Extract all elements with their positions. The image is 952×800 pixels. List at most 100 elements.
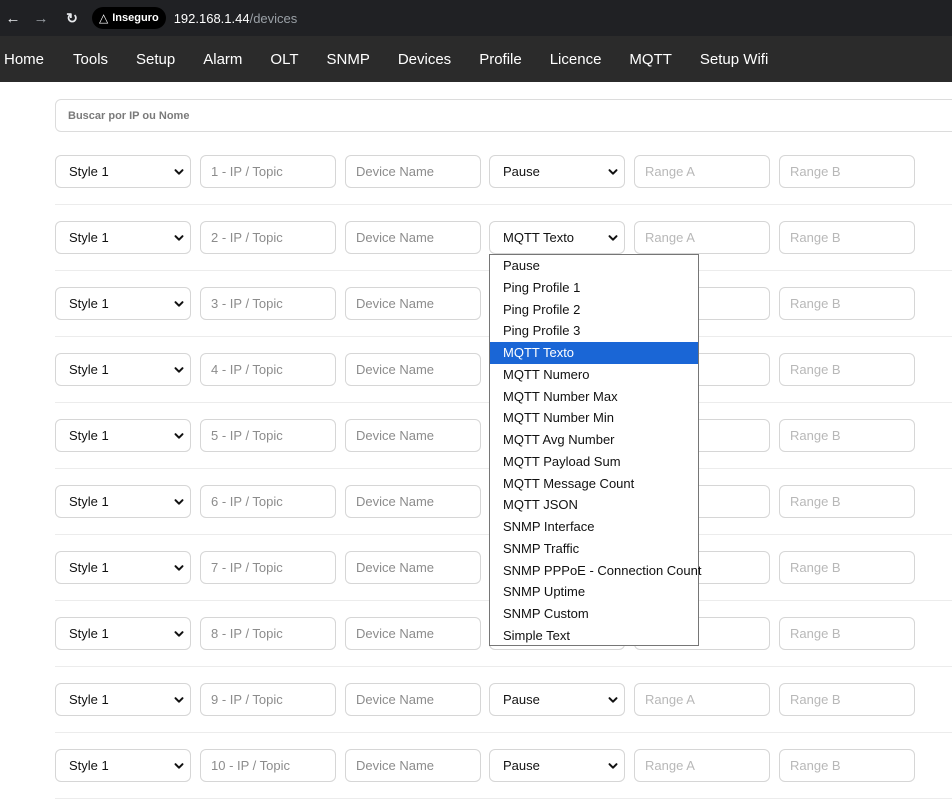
device-name-input[interactable]: [345, 749, 481, 782]
ip-topic-input[interactable]: [200, 353, 336, 386]
row-divider: [55, 666, 952, 667]
mode-select[interactable]: Pause: [489, 683, 625, 716]
dropdown-option[interactable]: MQTT Avg Number: [490, 429, 698, 451]
row-divider: [55, 732, 952, 733]
device-name-input[interactable]: [345, 353, 481, 386]
dropdown-option[interactable]: MQTT Number Max: [490, 386, 698, 408]
dropdown-option[interactable]: MQTT Texto: [490, 342, 698, 364]
device-name-input[interactable]: [345, 155, 481, 188]
device-name-input[interactable]: [345, 683, 481, 716]
url-path: /devices: [249, 10, 298, 26]
ip-topic-input[interactable]: [200, 551, 336, 584]
style-select[interactable]: Style 1: [55, 749, 191, 782]
device-name-input[interactable]: [345, 617, 481, 650]
style-select[interactable]: Style 1: [55, 485, 191, 518]
nav-item-devices[interactable]: Devices: [384, 36, 465, 82]
range-b-input[interactable]: [779, 551, 915, 584]
range-b-input[interactable]: [779, 287, 915, 320]
dropdown-option[interactable]: MQTT Numero: [490, 364, 698, 386]
device-name-input[interactable]: [345, 551, 481, 584]
mode-dropdown-list[interactable]: Pause Ping Profile 1 Ping Profile 2 Ping Pr…: [489, 254, 701, 647]
dropdown-option[interactable]: Ping Profile 3: [490, 320, 698, 342]
row-divider: [55, 204, 952, 205]
address-bar[interactable]: 192.168.1.44/devices: [174, 11, 298, 26]
chevron-down-icon: [173, 628, 185, 640]
range-b-input[interactable]: [779, 221, 915, 254]
range-a-input[interactable]: [634, 155, 770, 188]
chevron-down-icon: [607, 166, 619, 178]
dropdown-option[interactable]: SNMP Interface: [490, 516, 698, 538]
nav-item-profile[interactable]: Profile: [465, 36, 536, 82]
mode-select-value: Pause: [503, 758, 540, 773]
range-a-input[interactable]: [634, 749, 770, 782]
mode-select[interactable]: Pause: [489, 155, 625, 188]
security-badge[interactable]: △ Inseguro: [92, 7, 166, 29]
style-select[interactable]: Style 1: [55, 221, 191, 254]
nav-item-setup-wifi[interactable]: Setup Wifi: [686, 36, 782, 82]
dropdown-option[interactable]: SNMP Uptime: [490, 581, 698, 603]
range-b-input[interactable]: [779, 155, 915, 188]
ip-topic-input[interactable]: [200, 419, 336, 452]
dropdown-option[interactable]: Ping Profile 1: [490, 277, 698, 299]
range-b-input[interactable]: [779, 749, 915, 782]
ip-topic-input[interactable]: [200, 221, 336, 254]
dropdown-option[interactable]: Pause: [490, 255, 698, 277]
ip-topic-input[interactable]: [200, 683, 336, 716]
dropdown-option[interactable]: SNMP Traffic: [490, 538, 698, 560]
style-select-value: Style 1: [69, 230, 109, 245]
device-name-input[interactable]: [345, 287, 481, 320]
range-b-input[interactable]: [779, 419, 915, 452]
dropdown-option[interactable]: MQTT JSON: [490, 494, 698, 516]
mode-select-value: MQTT Texto: [503, 230, 575, 245]
nav-item-home[interactable]: Home: [0, 36, 59, 82]
dropdown-option[interactable]: MQTT Payload Sum: [490, 451, 698, 473]
back-arrow-icon[interactable]: ←: [2, 7, 24, 29]
range-a-input[interactable]: [634, 683, 770, 716]
nav-item-setup[interactable]: Setup: [122, 36, 189, 82]
device-name-input[interactable]: [345, 485, 481, 518]
warning-triangle-icon: △: [99, 11, 109, 25]
mode-select[interactable]: MQTT Texto: [489, 221, 625, 254]
device-name-input[interactable]: [345, 221, 481, 254]
dropdown-option[interactable]: MQTT Message Count: [490, 473, 698, 495]
ip-topic-input[interactable]: [200, 287, 336, 320]
style-select[interactable]: Style 1: [55, 419, 191, 452]
forward-arrow-icon[interactable]: →: [30, 7, 52, 29]
device-name-input[interactable]: [345, 419, 481, 452]
dropdown-option[interactable]: Ping Profile 2: [490, 299, 698, 321]
dropdown-option[interactable]: SNMP PPPoE - Connection Count: [490, 560, 701, 582]
range-b-input[interactable]: [779, 617, 915, 650]
main-nav: Home Tools Setup Alarm OLT SNMP Devices Profile…: [0, 36, 952, 82]
search-input[interactable]: [55, 99, 952, 132]
range-b-input[interactable]: [779, 353, 915, 386]
chevron-down-icon: [173, 562, 185, 574]
nav-item-snmp[interactable]: SNMP: [312, 36, 383, 82]
style-select[interactable]: Style 1: [55, 683, 191, 716]
dropdown-option[interactable]: Simple Text: [490, 625, 698, 647]
reload-icon[interactable]: ↻: [61, 7, 83, 29]
ip-topic-input[interactable]: [200, 749, 336, 782]
range-b-input[interactable]: [779, 485, 915, 518]
nav-item-mqtt[interactable]: MQTT: [615, 36, 686, 82]
dropdown-option[interactable]: MQTT Number Min: [490, 407, 698, 429]
nav-item-tools[interactable]: Tools: [59, 36, 122, 82]
style-select[interactable]: Style 1: [55, 353, 191, 386]
range-b-input[interactable]: [779, 683, 915, 716]
ip-topic-input[interactable]: [200, 155, 336, 188]
style-select[interactable]: Style 1: [55, 617, 191, 650]
nav-item-licence[interactable]: Licence: [536, 36, 616, 82]
style-select[interactable]: Style 1: [55, 551, 191, 584]
ip-topic-input[interactable]: [200, 617, 336, 650]
chevron-down-icon: [173, 430, 185, 442]
mode-select[interactable]: Pause: [489, 749, 625, 782]
dropdown-option[interactable]: SNMP Custom: [490, 603, 698, 625]
chevron-down-icon: [173, 496, 185, 508]
ip-topic-input[interactable]: [200, 485, 336, 518]
nav-item-olt[interactable]: OLT: [256, 36, 312, 82]
chevron-down-icon: [173, 760, 185, 772]
row-divider: [55, 798, 952, 799]
style-select[interactable]: Style 1: [55, 287, 191, 320]
range-a-input[interactable]: [634, 221, 770, 254]
nav-item-alarm[interactable]: Alarm: [189, 36, 256, 82]
style-select[interactable]: Style 1: [55, 155, 191, 188]
